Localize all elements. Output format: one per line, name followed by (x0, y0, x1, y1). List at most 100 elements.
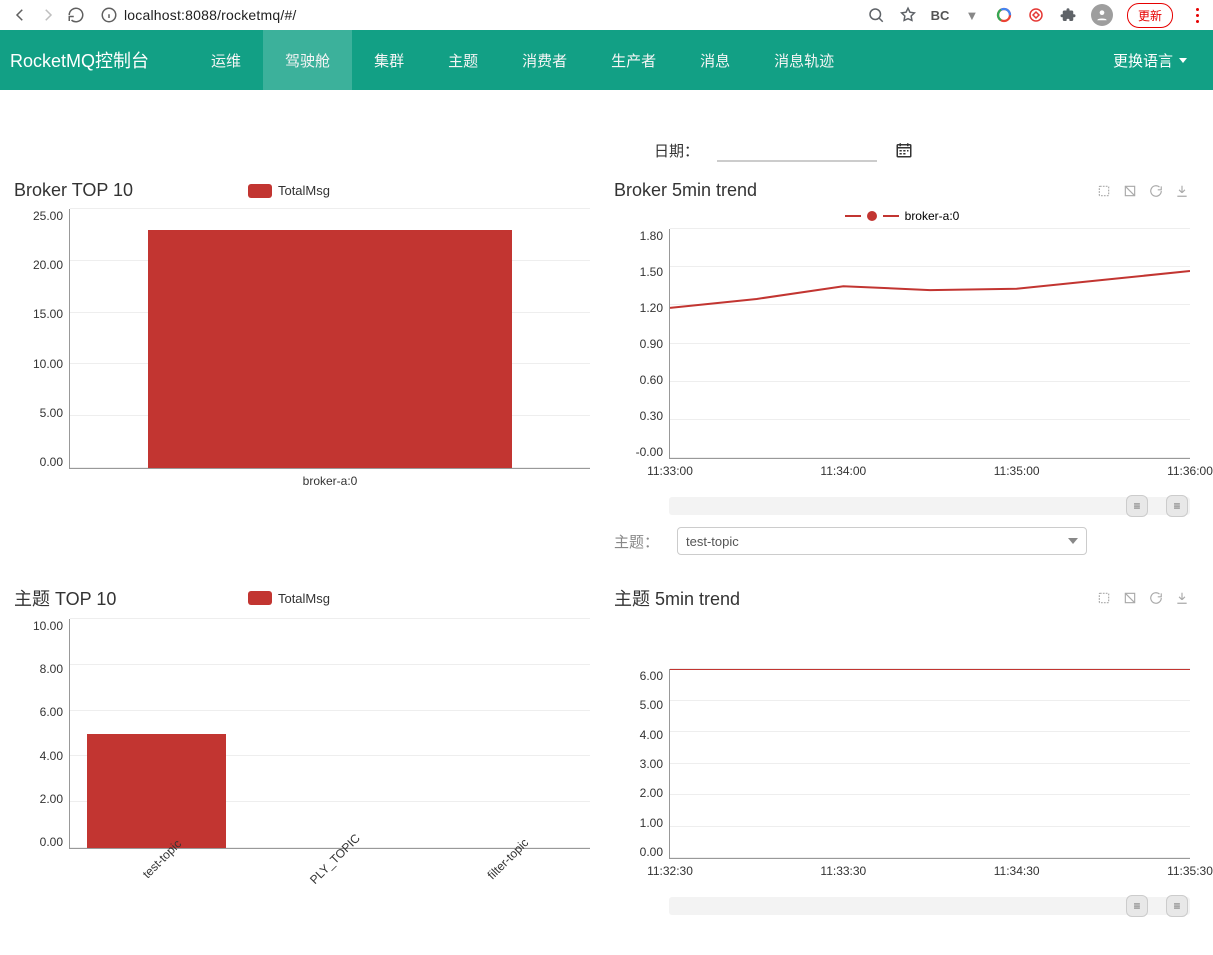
x-tick: 11:32:30 (647, 864, 693, 878)
vue-ext-icon[interactable]: ▼ (963, 6, 981, 24)
language-label: 更换语言 (1113, 50, 1173, 71)
legend-dot-icon (867, 211, 877, 221)
y-tick: 25.00 (14, 209, 63, 223)
y-tick: 4.00 (14, 749, 63, 763)
legend-label: TotalMsg (278, 183, 330, 198)
download-icon[interactable] (1174, 590, 1190, 606)
date-label: 日期： (654, 140, 699, 161)
nav-item-0[interactable]: 运维 (189, 30, 263, 90)
nav-item-3[interactable]: 主题 (426, 30, 500, 90)
zoom-handle-icon[interactable]: ≡ (1126, 495, 1148, 517)
refresh-icon[interactable] (1148, 183, 1164, 199)
legend: TotalMsg (248, 591, 330, 606)
nav-item-5[interactable]: 生产者 (589, 30, 678, 90)
calendar-icon[interactable] (895, 141, 913, 159)
topic-select[interactable]: test-topic (677, 527, 1087, 555)
color-ext-icon[interactable] (995, 6, 1013, 24)
zoom-area-icon[interactable] (1096, 183, 1112, 199)
zoom-bar[interactable]: ≡ ≡ (669, 897, 1190, 915)
nav-item-1[interactable]: 驾驶舱 (263, 30, 352, 90)
nav-item-7[interactable]: 消息轨迹 (752, 30, 856, 90)
panel-topic-trend: 主题 5min trend 6.005.004.003.002.001.000.… (600, 585, 1200, 945)
panel-topic-top: 主题 TOP 10 TotalMsg 10.008.006.004.002.00… (0, 585, 600, 945)
x-tick: broker-a:0 (303, 474, 358, 488)
topic-select-value: test-topic (686, 534, 739, 549)
zoom-reset-icon[interactable] (1122, 590, 1138, 606)
y-tick: 0.30 (614, 409, 663, 423)
zoom-bar[interactable]: ≡ ≡ (669, 497, 1190, 515)
download-icon[interactable] (1174, 183, 1190, 199)
y-tick: 3.00 (614, 757, 663, 771)
search-icon[interactable] (867, 6, 885, 24)
legend-label: TotalMsg (278, 591, 330, 606)
star-icon[interactable] (899, 6, 917, 24)
y-tick: 1.20 (614, 301, 663, 315)
panel-broker-top: Broker TOP 10 TotalMsg 25.00 20.00 15.00 10… (0, 180, 600, 585)
y-tick: 20.00 (14, 258, 63, 272)
chevron-down-icon (1068, 538, 1078, 544)
zoom-handle-icon[interactable]: ≡ (1166, 495, 1188, 517)
content: 日期： Broker TOP 10 TotalMsg 25.00 20.00 15.… (0, 90, 1213, 955)
legend-swatch-icon (248, 184, 272, 198)
zoom-reset-icon[interactable] (1122, 183, 1138, 199)
reload-button[interactable] (62, 1, 90, 29)
nav-item-6[interactable]: 消息 (678, 30, 752, 90)
chart-toolbar (1096, 590, 1190, 606)
chevron-down-icon (1179, 58, 1187, 63)
update-button[interactable]: 更新 (1127, 3, 1173, 28)
y-tick: 10.00 (14, 357, 63, 371)
user-avatar[interactable] (1091, 4, 1113, 26)
legend-line-icon (845, 215, 861, 217)
legend: TotalMsg (248, 183, 330, 198)
panel-title: 主题 5min trend (614, 585, 740, 611)
language-switcher[interactable]: 更换语言 (1087, 50, 1213, 71)
x-tick: 11:33:30 (820, 864, 866, 878)
bar (87, 734, 226, 849)
series-legend: broker-a:0 (614, 209, 1190, 223)
panel-title: Broker TOP 10 (14, 180, 133, 201)
y-tick: 10.00 (14, 619, 63, 633)
chart-topic-trend: 6.005.004.003.002.001.000.0011:32:3011:3… (614, 669, 1190, 859)
topic-selector-label: 主题： (614, 531, 659, 552)
panel-broker-trend: Broker 5min trend broker-a:0 1.80 1.50 1.2… (600, 180, 1200, 585)
y-tick: 0.00 (614, 845, 663, 859)
browser-bar: localhost:8088/rocketmq/#/ BC ▼ 更新 (0, 0, 1213, 30)
y-tick: 6.00 (614, 669, 663, 683)
profile-badge[interactable]: BC (931, 6, 949, 24)
y-tick: 2.00 (14, 792, 63, 806)
y-tick: 2.00 (614, 786, 663, 800)
chart-broker-trend: 1.801.501.200.900.600.30-0.0011:33:0011:… (614, 229, 1190, 459)
panel-title: 主题 TOP 10 (14, 585, 116, 611)
zoom-handle-icon[interactable]: ≡ (1126, 895, 1148, 917)
forward-button[interactable] (34, 1, 62, 29)
kebab-menu-icon[interactable] (1187, 8, 1207, 23)
y-tick: 1.80 (614, 229, 663, 243)
y-tick: 15.00 (14, 307, 63, 321)
chart-topic-top: 10.008.006.004.002.000.00test-topicPLY_T… (14, 619, 590, 849)
panel-title: Broker 5min trend (614, 180, 757, 201)
red-ext-icon[interactable] (1027, 6, 1045, 24)
chart-toolbar (1096, 183, 1190, 199)
y-tick: 8.00 (14, 662, 63, 676)
nav-item-4[interactable]: 消费者 (500, 30, 589, 90)
y-tick: 1.00 (614, 816, 663, 830)
x-tick: 11:35:30 (1167, 864, 1213, 878)
y-tick: 0.00 (14, 835, 63, 849)
line-series (670, 669, 1190, 858)
zoom-handle-icon[interactable]: ≡ (1166, 895, 1188, 917)
date-input[interactable] (717, 138, 877, 162)
zoom-area-icon[interactable] (1096, 590, 1112, 606)
url-bar[interactable]: localhost:8088/rocketmq/#/ (100, 2, 847, 29)
back-button[interactable] (6, 1, 34, 29)
info-icon (100, 6, 118, 24)
y-tick: 5.00 (14, 406, 63, 420)
series-label: broker-a:0 (905, 209, 960, 223)
nav-items: 运维驾驶舱集群主题消费者生产者消息消息轨迹 (189, 30, 1087, 90)
nav-item-2[interactable]: 集群 (352, 30, 426, 90)
y-tick: 0.90 (614, 337, 663, 351)
refresh-icon[interactable] (1148, 590, 1164, 606)
y-tick: 1.50 (614, 265, 663, 279)
y-tick: 5.00 (614, 698, 663, 712)
y-tick: 0.60 (614, 373, 663, 387)
extensions-icon[interactable] (1059, 6, 1077, 24)
